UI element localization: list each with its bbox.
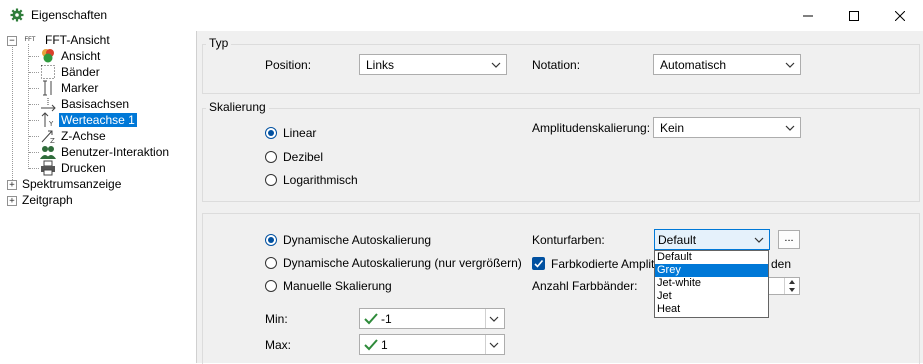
tree-node-zeitgraph[interactable]: Zeitgraph xyxy=(20,192,75,208)
maximize-icon xyxy=(849,10,859,21)
konturfarben-select[interactable]: Default xyxy=(654,229,770,250)
tree-node-label: Basisachsen xyxy=(61,97,130,111)
chevron-down-icon xyxy=(785,62,795,68)
chevron-down-icon xyxy=(785,125,795,131)
tree-node-werteachse-1[interactable]: Y Werteachse 1 xyxy=(40,112,137,128)
tree-collapse-toggle[interactable]: − xyxy=(7,36,17,46)
min-label: Min: xyxy=(265,312,288,326)
group-typ-title: Typ xyxy=(206,36,232,50)
spinner-buttons[interactable] xyxy=(784,278,799,294)
tree-node-label: Drucken xyxy=(61,161,106,175)
property-panel: Typ Position: Links Notation: Automatisc… xyxy=(197,31,923,364)
z-axis-icon: Z xyxy=(40,128,56,144)
position-label: Position: xyxy=(265,58,312,72)
minimize-icon xyxy=(803,15,813,16)
chevron-down-icon xyxy=(489,342,499,348)
max-select[interactable]: 1 xyxy=(359,334,505,355)
gear-icon xyxy=(10,8,24,22)
tree-node-ansicht[interactable]: Ansicht xyxy=(40,48,102,64)
window-title: Eigenschaften xyxy=(31,8,108,22)
tree-node-marker[interactable]: Marker xyxy=(40,80,100,96)
tree-node-label: Werteachse 1 xyxy=(59,113,137,127)
dropdown-option-default[interactable]: Default xyxy=(655,251,768,264)
farbbaender-label: Anzahl Farbbänder: xyxy=(532,279,638,293)
tree-node-benutzer-interaktion[interactable]: Benutzer-Interaktion xyxy=(40,144,171,160)
base-axis-icon xyxy=(40,96,56,112)
min-select[interactable]: -1 xyxy=(359,308,505,329)
tree-node-label: Spektrumsanzeige xyxy=(22,177,122,191)
konturfarben-label: Konturfarben: xyxy=(532,233,605,247)
radio-dynamische-autoskalierung[interactable]: Dynamische Autoskalierung xyxy=(265,233,431,247)
farbkodiert-label: Farbkodierte Amplitude xyxy=(551,257,654,271)
printer-icon xyxy=(40,160,56,176)
tree-node-label: Marker xyxy=(61,81,99,95)
spinner-arrows-icon xyxy=(789,280,795,292)
group-skalierung-title: Skalierung xyxy=(206,100,269,114)
close-button[interactable] xyxy=(877,0,923,31)
tree-node-label: Bänder xyxy=(61,65,100,79)
tree-node-label: Ansicht xyxy=(61,49,101,63)
minimize-button[interactable] xyxy=(785,0,831,31)
dropdown-option-jet-white[interactable]: Jet-white xyxy=(655,277,768,290)
palette-icon xyxy=(40,48,56,64)
tree-node-label: FFT-Ansicht xyxy=(45,33,110,47)
svg-text:Y: Y xyxy=(48,120,54,128)
tree-node-z-achse[interactable]: Z Z-Achse xyxy=(40,128,108,144)
chevron-down-icon xyxy=(754,237,764,243)
position-select[interactable]: Links xyxy=(359,54,507,75)
amplitude-select[interactable]: Kein xyxy=(653,117,801,138)
dropdown-option-jet[interactable]: Jet xyxy=(655,290,768,303)
fft-icon: FFT xyxy=(24,37,36,43)
konturfarben-dropdown-list[interactable]: Default Grey Jet-white Jet Heat xyxy=(654,250,769,318)
checkmark-icon xyxy=(534,259,544,268)
value-axis-icon: Y xyxy=(40,112,56,128)
radio-linear[interactable]: Linear xyxy=(265,126,316,140)
radio-dynamische-autoskalierung-vergroessern[interactable]: Dynamische Autoskalierung (nur vergrößer… xyxy=(265,256,522,270)
radio-dezibel[interactable]: Dezibel xyxy=(265,150,323,164)
title-bar: Eigenschaften xyxy=(0,0,923,32)
amplitude-label: Amplitudenskalierung: xyxy=(532,121,651,135)
tree-node-fft-ansicht[interactable]: FFT FFT-Ansicht xyxy=(20,32,112,48)
users-icon xyxy=(40,144,56,160)
tree-expand-toggle[interactable]: + xyxy=(7,196,17,206)
farbkodiert-label-suffix: den xyxy=(771,257,792,271)
maximize-button[interactable] xyxy=(831,0,877,31)
bands-icon xyxy=(40,64,56,80)
tree-node-drucken[interactable]: Drucken xyxy=(40,160,108,176)
notation-label: Notation: xyxy=(532,58,581,72)
dropdown-option-heat[interactable]: Heat xyxy=(655,303,768,316)
tree-expand-toggle[interactable]: + xyxy=(7,180,17,190)
tree-view[interactable]: − FFT FFT-Ansicht Ansicht Bänder Marker … xyxy=(0,31,197,363)
tree-node-baender[interactable]: Bänder xyxy=(40,64,102,80)
marker-icon xyxy=(40,80,56,96)
konturfarben-more-button[interactable]: ... xyxy=(778,230,800,249)
svg-text:Z: Z xyxy=(50,137,55,144)
check-icon xyxy=(364,339,378,351)
tree-node-spektrumsanzeige[interactable]: Spektrumsanzeige xyxy=(20,176,123,192)
radio-manuelle-skalierung[interactable]: Manuelle Skalierung xyxy=(265,279,392,293)
check-icon xyxy=(364,313,378,325)
chevron-down-icon xyxy=(491,62,501,68)
notation-select[interactable]: Automatisch xyxy=(653,54,801,75)
chevron-down-icon xyxy=(489,316,499,322)
tree-node-basisachsen[interactable]: Basisachsen xyxy=(40,96,131,112)
tree-node-label: Benutzer-Interaktion xyxy=(61,145,170,159)
radio-logarithmisch[interactable]: Logarithmisch xyxy=(265,173,358,187)
farbbaender-spinner[interactable] xyxy=(768,277,800,295)
farbkodiert-checkbox[interactable] xyxy=(532,257,545,270)
tree-node-label: Zeitgraph xyxy=(22,193,73,207)
tree-node-label: Z-Achse xyxy=(61,129,106,143)
close-icon xyxy=(895,10,905,21)
dropdown-option-grey[interactable]: Grey xyxy=(655,264,768,277)
max-label: Max: xyxy=(265,338,292,352)
